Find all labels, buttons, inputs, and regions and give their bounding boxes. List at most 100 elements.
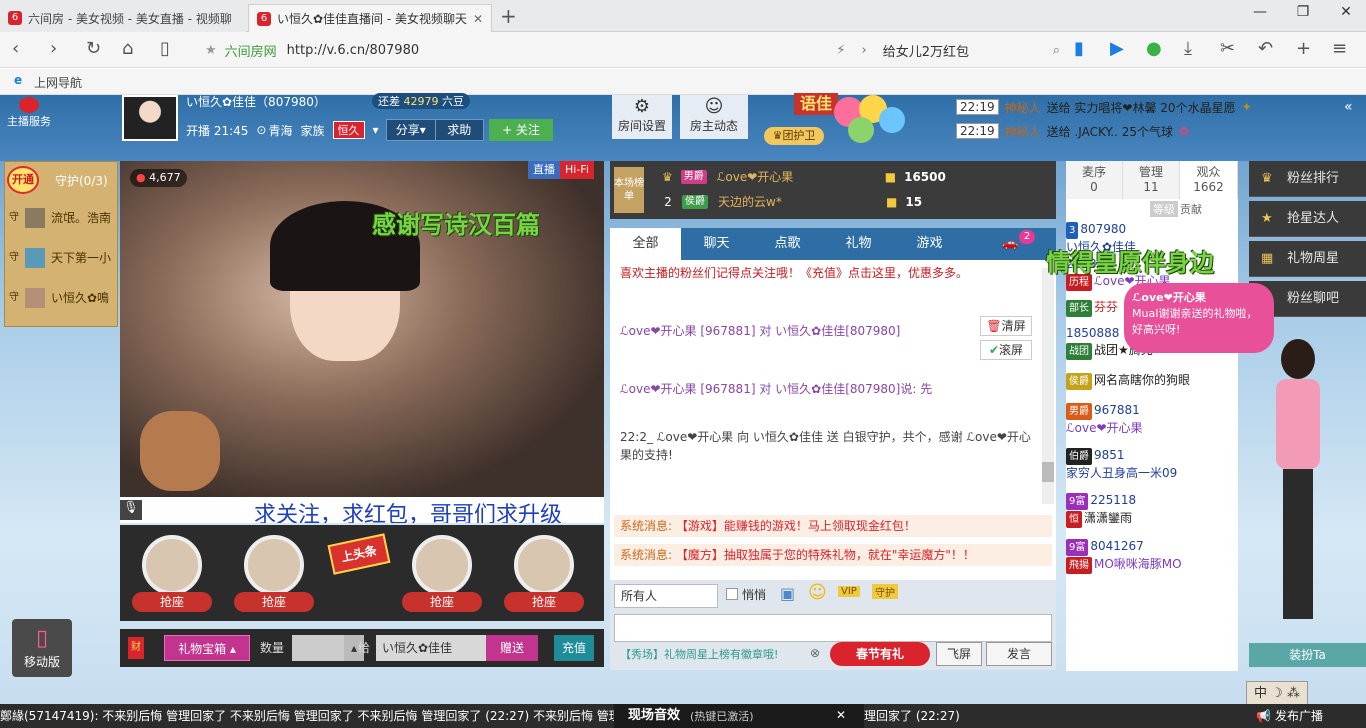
guard-group-badge[interactable]: ♛团护卫 <box>764 127 824 145</box>
chat-input[interactable] <box>614 614 1052 642</box>
tab-close-icon[interactable]: ✕ <box>473 12 483 26</box>
tab-song[interactable]: 点歌 <box>752 228 823 260</box>
fly-screen-button[interactable]: 飞屏 <box>936 642 982 666</box>
tab-audience[interactable]: 观众 1662 <box>1180 161 1238 199</box>
autoscroll-toggle[interactable]: ✔滚屏 <box>980 340 1032 360</box>
gift-box-button[interactable]: 礼物宝箱 ▴ <box>164 635 250 661</box>
emoji-icon[interactable]: ☺ <box>808 582 827 603</box>
new-tab-icon[interactable]: + <box>500 4 517 28</box>
guard-member[interactable]: 守 い恒久✿鳴 <box>9 278 117 318</box>
rank-label[interactable]: 本场榜单 <box>614 167 644 213</box>
chevron-down-icon[interactable]: ▾ <box>373 123 379 137</box>
anchor-news-button[interactable]: ☺ 房主动态 <box>680 95 748 139</box>
close-promo-icon[interactable]: ⊗ <box>810 646 820 660</box>
clear-screen-button[interactable]: 🗑清屏 <box>980 316 1032 336</box>
guard-open-button[interactable]: 开通 <box>7 166 39 194</box>
promo-text[interactable]: 【秀场】礼物周星上榜有徽章哦! <box>620 646 778 662</box>
undo-icon[interactable]: ↶ <box>1258 38 1273 59</box>
list-item[interactable]: 侯爵 网名高瞎你的狗眼 <box>1066 372 1230 390</box>
collapse-icon[interactable]: « <box>1344 99 1353 115</box>
scissors-icon[interactable]: ✂ <box>1220 38 1235 59</box>
grab-seat-button[interactable]: 抢座 <box>132 592 212 612</box>
add-icon[interactable]: + <box>1296 38 1311 59</box>
grab-seat-button[interactable]: 抢座 <box>504 592 584 612</box>
list-item[interactable]: 飛揚 MO啾咪海豚MO <box>1066 556 1230 574</box>
send-gift-button[interactable]: 赠送 <box>486 635 538 661</box>
phone-icon[interactable]: ▮ <box>1074 38 1084 59</box>
search-suggestion[interactable]: 给女儿2万红包 <box>883 41 1053 60</box>
send-message-button[interactable]: 发言 <box>986 642 1052 666</box>
sort-by-contribution[interactable]: 贡献 <box>1180 201 1202 217</box>
recipient-dropdown[interactable]: 所有人 <box>614 584 718 608</box>
back-icon[interactable]: ‹ <box>12 38 19 59</box>
mobile-version-button[interactable]: ▯ 移动版 <box>12 619 72 677</box>
menu-icon[interactable]: ≡ <box>1332 38 1347 59</box>
bookmark-link[interactable]: 上网导航 <box>34 74 82 91</box>
tab-all[interactable]: 全部 <box>610 228 681 260</box>
rank-row[interactable]: ♛ 男爵 ℒove❤开心果 ■ 16500 <box>662 165 1042 190</box>
flash-icon[interactable]: ⚡ <box>836 43 845 58</box>
tab-chat[interactable]: 聊天 <box>681 228 752 260</box>
image-icon[interactable]: ▣ <box>780 584 795 603</box>
list-item[interactable]: ℒove❤开心果 <box>1066 420 1230 437</box>
play-icon[interactable]: ▶ <box>1110 38 1124 59</box>
browser-tab-1[interactable]: 6 六间房 - 美女视频 - 美女直播 - 视频聊 <box>0 4 246 32</box>
headline-sign[interactable]: 上头条 <box>327 533 391 575</box>
follow-button[interactable]: + 关注 <box>489 119 553 141</box>
download-icon[interactable]: ⤓ <box>1184 38 1192 59</box>
close-window-icon[interactable]: ✕ <box>1326 4 1366 20</box>
bookmark-star-icon[interactable]: ★ <box>205 43 217 58</box>
maximize-icon[interactable]: ❐ <box>1283 4 1323 20</box>
close-icon[interactable]: ✕ <box>836 704 846 727</box>
list-item[interactable]: 男爵 967881 <box>1066 402 1230 420</box>
anchor-avatar[interactable] <box>122 95 178 141</box>
list-item[interactable]: 伯爵 9851 <box>1066 447 1230 465</box>
search-icon[interactable]: ⌕ <box>1053 43 1060 58</box>
list-item[interactable]: 家穷人丑身高一米09 <box>1066 465 1230 482</box>
dress-up-button[interactable]: 装扮Ta <box>1249 643 1366 667</box>
family-badge[interactable]: 恒久 <box>332 121 365 139</box>
guard-member[interactable]: 守 天下第一小 <box>9 238 117 278</box>
reader-icon[interactable]: ▯ <box>160 38 170 59</box>
recipient-select[interactable]: い恒久✿佳佳 <box>376 635 486 661</box>
guard-emote-icon[interactable]: 守护 <box>872 584 898 599</box>
red-envelope-icon[interactable]: 财 <box>128 637 144 659</box>
chat-scrollbar[interactable] <box>1042 268 1054 504</box>
home-icon[interactable]: ⌂ <box>122 38 133 59</box>
sort-by-level[interactable]: 等级 <box>1150 201 1178 217</box>
star-master-item[interactable]: ★ 抢星达人 <box>1249 201 1366 237</box>
chat-bubble-icon[interactable]: ● <box>1146 38 1162 59</box>
quality-badge[interactable]: Hi-Fi <box>560 161 594 179</box>
fan-ranking-item[interactable]: ♛ 粉丝排行 <box>1249 161 1366 197</box>
qty-input[interactable] <box>292 635 344 661</box>
grab-seat-button[interactable]: 抢座 <box>234 592 314 612</box>
gift-weekly-item[interactable]: ▦ 礼物周星 <box>1249 241 1366 277</box>
tab-mic-queue[interactable]: 麦序 0 <box>1066 161 1123 199</box>
service-button[interactable]: 主播服务 <box>4 95 54 129</box>
chevron-right-icon[interactable]: › <box>862 43 867 58</box>
browser-tab-2[interactable]: 6 い恒久✿佳佳直播间 - 美女视频聊天 ✕ <box>248 4 492 32</box>
rank-row[interactable]: 2 侯爵 天边的云w* ■ 15 <box>662 190 1042 215</box>
spring-festival-button[interactable]: 春节有礼 <box>830 642 930 666</box>
microphone-icon[interactable]: 🎙 <box>120 500 142 520</box>
room-settings-button[interactable]: ⚙ 房间设置 <box>612 95 672 139</box>
minimize-icon[interactable]: — <box>1240 4 1280 20</box>
share-button[interactable]: 分享▾ <box>387 120 435 140</box>
sound-effects-panel[interactable]: 现场音效 (热键已激活) ✕ <box>614 704 864 728</box>
grab-seat-button[interactable]: 抢座 <box>402 592 482 612</box>
guard-member[interactable]: 守 流氓。浩南 <box>9 198 117 238</box>
reload-icon[interactable]: ↻ <box>86 38 101 59</box>
list-item[interactable]: 3 807980 <box>1066 221 1230 239</box>
list-item[interactable]: 恒潇潇鑾雨 <box>1066 510 1230 528</box>
system-message[interactable]: 系统消息: 【魔方】抽取独属于您的特殊礼物，就在"幸运魔方"！！ <box>614 544 1052 566</box>
video-player[interactable]: ● 4,677 直播 Hi-Fi 感谢写诗汉百篇 <box>120 161 604 497</box>
forward-icon[interactable]: › <box>50 38 57 59</box>
help-button[interactable]: 求助 <box>434 120 484 140</box>
tab-game[interactable]: 游戏 <box>894 228 965 260</box>
vip-icon[interactable]: VIP <box>838 586 860 597</box>
tab-gift[interactable]: 礼物 <box>823 228 894 260</box>
address-bar[interactable]: ★ 六间房网 http://v.6.cn/807980 ⚡ › 给女儿2万红包 … <box>205 37 1060 63</box>
broadcast-button[interactable]: 📢 发布广播 <box>1256 704 1366 728</box>
list-item[interactable]: 9富 225118 <box>1066 492 1230 510</box>
whisper-checkbox[interactable] <box>726 588 738 600</box>
